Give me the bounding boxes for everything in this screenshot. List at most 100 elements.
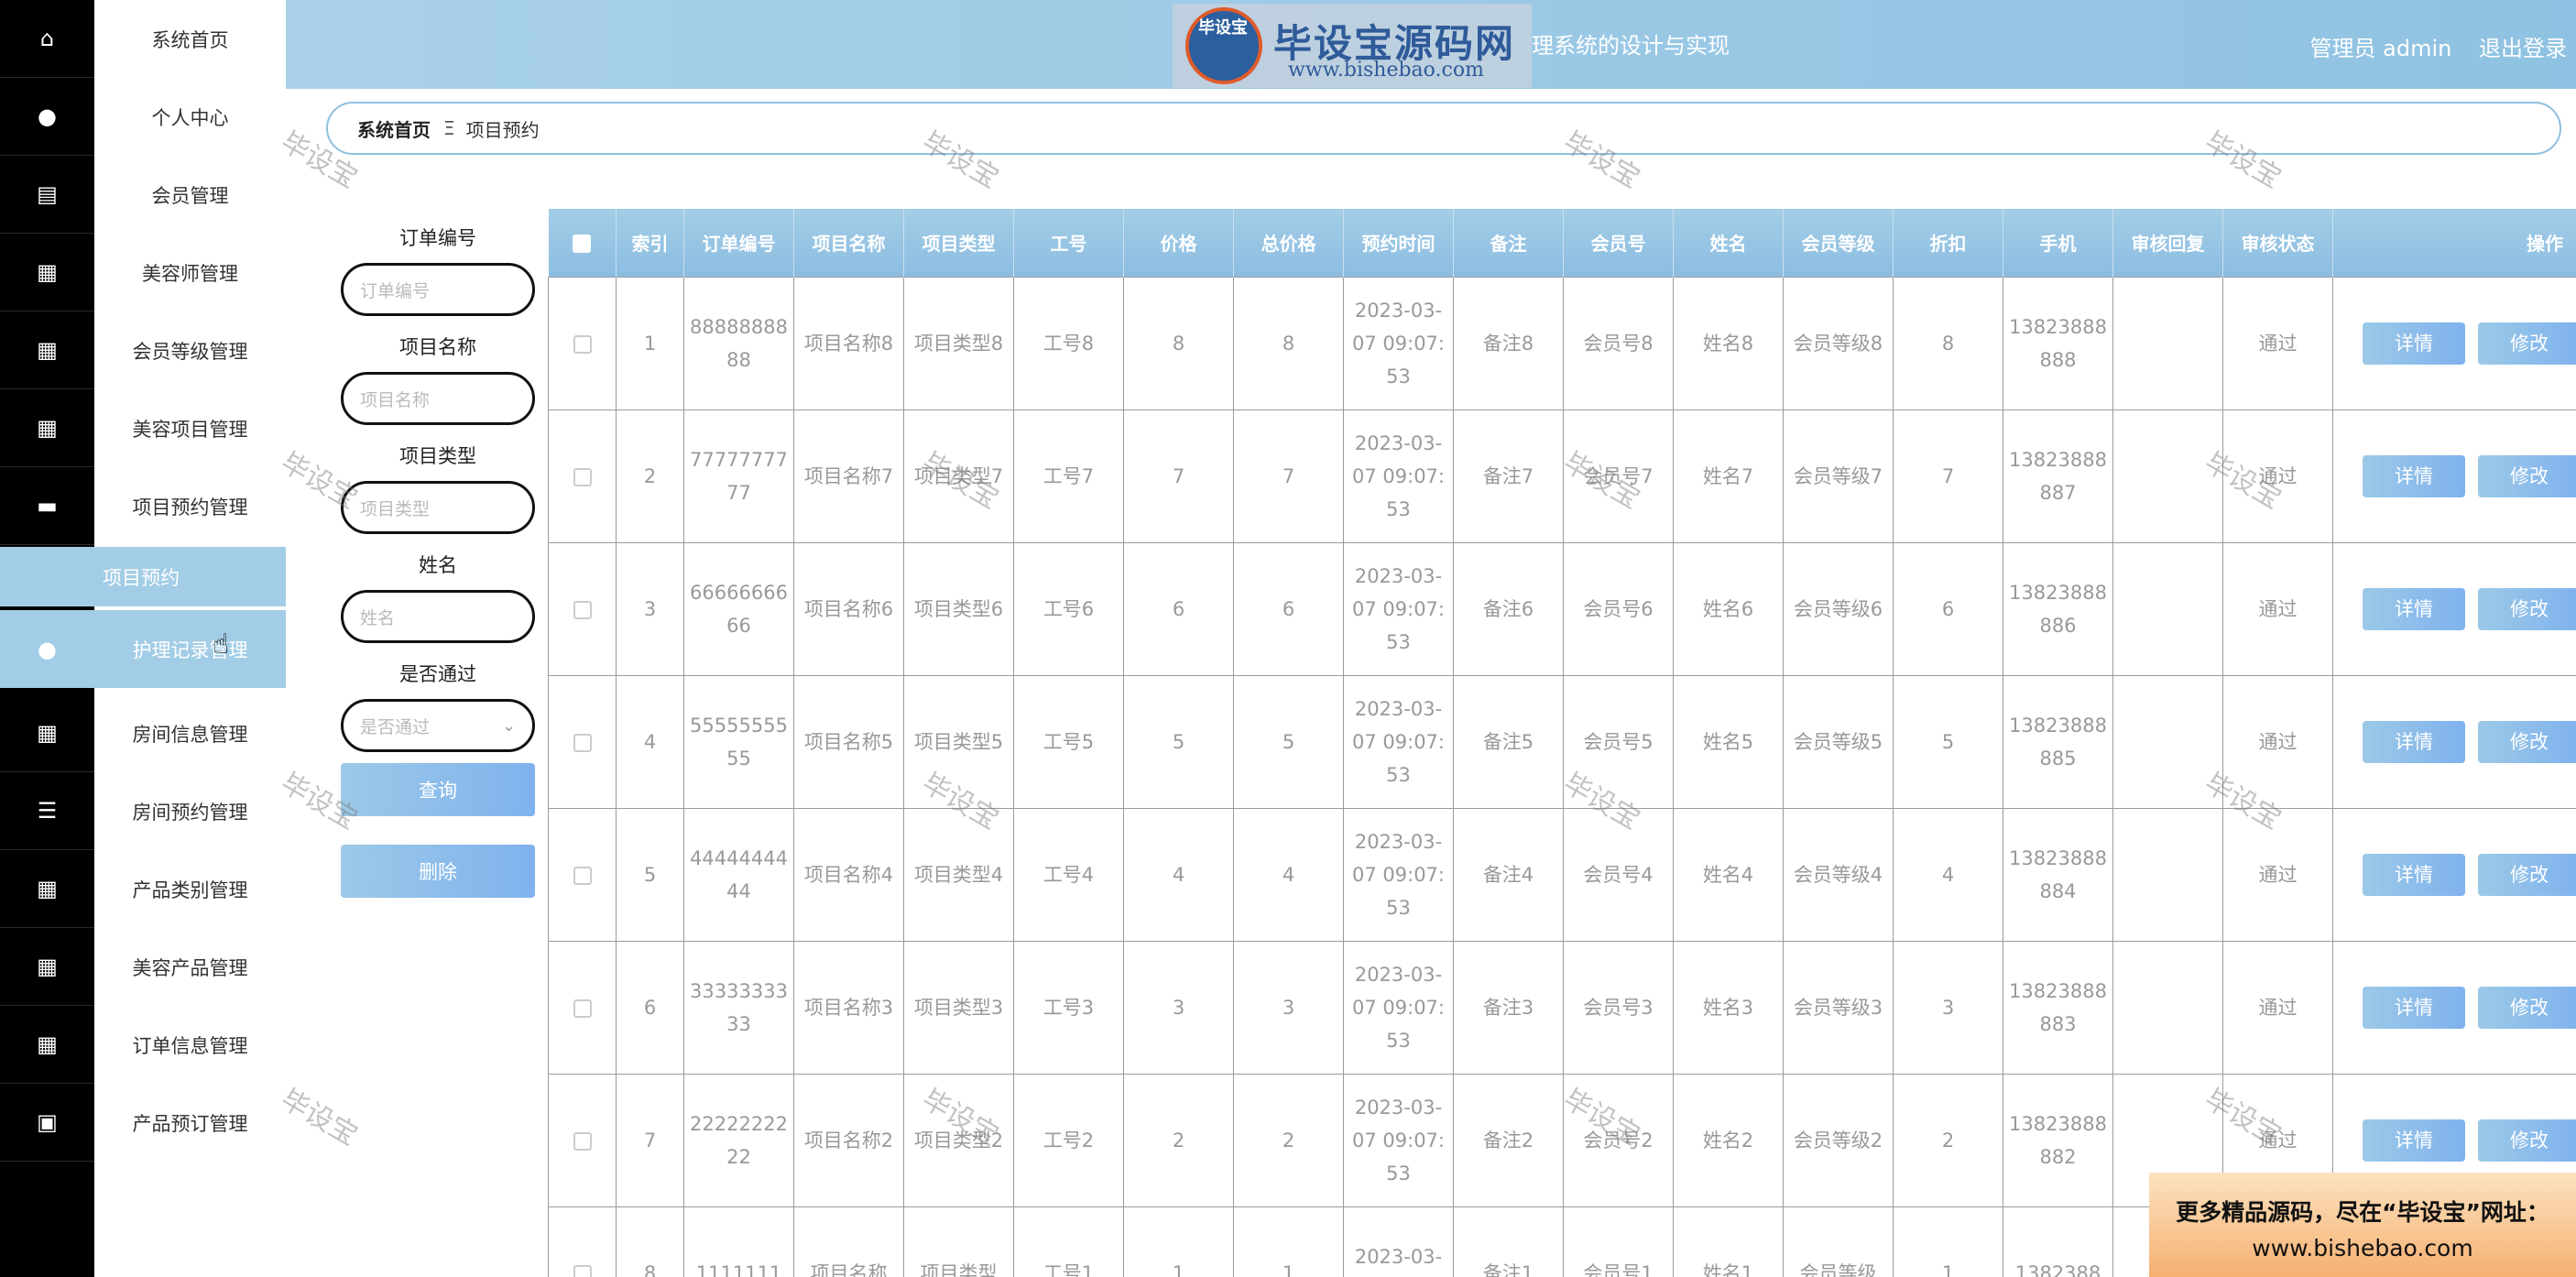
cell-item-name: 项目名称8 <box>793 276 904 410</box>
cell-index: 7 <box>616 1073 684 1207</box>
sidebar-item[interactable]: ▬ 项目预约管理 <box>0 467 286 545</box>
sidebar-item[interactable]: ▦ 房间信息管理 <box>0 694 286 772</box>
detail-button[interactable]: 详情 <box>2363 1119 2465 1162</box>
promo-banner[interactable]: 更多精品源码，尽在“毕设宝”网址： www.bishebao.com <box>2149 1173 2576 1277</box>
detail-button[interactable]: 详情 <box>2363 587 2465 630</box>
column-header: 审核状态 <box>2222 209 2333 277</box>
cell-phone: 13823888885 <box>2003 674 2113 809</box>
row-select-cell[interactable] <box>548 409 617 543</box>
row-actions-cell: 详情 修改 <box>2332 674 2576 809</box>
table-row[interactable]: 5 4444444444 项目名称4 项目类型4 工号4 4 4 2023-03-07 09:… <box>548 807 2576 942</box>
table-row[interactable]: 4 5555555555 项目名称5 项目类型5 工号5 5 5 2023-03-07 09:… <box>548 674 2576 809</box>
row-checkbox[interactable] <box>573 467 592 486</box>
column-header: 总价格 <box>1233 209 1344 277</box>
sidebar-item[interactable]: ⌂ 系统首页 <box>0 0 286 78</box>
sidebar-item-label: 个人中心 <box>151 106 229 129</box>
edit-button[interactable]: 修改 <box>2478 322 2576 365</box>
cell-discount: 6 <box>1893 541 2003 676</box>
row-actions-cell: 详情 修改 <box>2332 541 2576 676</box>
cell-member-no: 会员号3 <box>1563 940 1674 1075</box>
cell-price: 7 <box>1123 409 1234 543</box>
row-select-cell[interactable] <box>548 940 617 1075</box>
detail-button[interactable]: 详情 <box>2363 853 2465 896</box>
edit-button[interactable]: 修改 <box>2478 454 2576 497</box>
sidebar-item[interactable]: ● 个人中心 <box>0 78 286 156</box>
row-checkbox[interactable] <box>573 999 592 1018</box>
order-no-input[interactable]: 订单编号 <box>341 263 535 316</box>
row-select-cell[interactable] <box>548 1073 617 1207</box>
detail-button[interactable]: 详情 <box>2363 454 2465 497</box>
cell-status: 通过 <box>2222 541 2333 676</box>
row-select-cell[interactable] <box>548 1206 617 1277</box>
table-row[interactable]: 6 3333333333 项目名称3 项目类型3 工号3 3 3 2023-03-07 09:… <box>548 940 2576 1075</box>
grid-icon: ▦ <box>0 311 94 389</box>
sidebar-item[interactable]: ▣ 产品预订管理 <box>0 1084 286 1162</box>
row-checkbox[interactable] <box>573 600 592 619</box>
sidebar-item[interactable]: ▦ 订单信息管理 <box>0 1006 286 1084</box>
cell-index: 1 <box>616 276 684 410</box>
detail-button[interactable]: 详情 <box>2363 986 2465 1029</box>
select-all-cell[interactable] <box>548 209 617 277</box>
cell-staff-no: 工号1 <box>1013 1206 1124 1277</box>
column-header: 索引 <box>616 209 684 277</box>
edit-button[interactable]: 修改 <box>2478 853 2576 896</box>
select-all-checkbox[interactable] <box>573 235 592 254</box>
cell-discount: 2 <box>1893 1073 2003 1207</box>
row-checkbox[interactable] <box>573 334 592 354</box>
query-button[interactable]: 查询 <box>341 763 535 816</box>
detail-button[interactable]: 详情 <box>2363 720 2465 763</box>
column-header: 预约时间 <box>1343 209 1454 277</box>
sidebar-item[interactable]: ▦ 美容产品管理 <box>0 928 286 1006</box>
approved-select[interactable]: 是否通过 ⌄ <box>341 699 535 752</box>
sidebar-subitem-project-appointment[interactable]: 项目预约 <box>0 547 286 606</box>
sidebar-item[interactable]: ▦ 美容师管理 <box>0 234 286 311</box>
table-row[interactable]: 3 6666666666 项目名称6 项目类型6 工号6 6 6 2023-03-07 09:… <box>548 541 2576 676</box>
cell-item-type: 项目类型7 <box>903 409 1014 543</box>
table-row[interactable]: 2 7777777777 项目名称7 项目类型7 工号7 7 7 2023-03-07 09:… <box>548 409 2576 543</box>
row-checkbox[interactable] <box>573 733 592 752</box>
column-header: 项目名称 <box>793 209 904 277</box>
edit-button[interactable]: 修改 <box>2478 986 2576 1029</box>
row-select-cell[interactable] <box>548 541 617 676</box>
cell-item-name: 项目名称5 <box>793 674 904 809</box>
edit-button[interactable]: 修改 <box>2478 1119 2576 1162</box>
item-type-input[interactable]: 项目类型 <box>341 481 535 534</box>
header-user-area: 管理员 admin 退出登录 <box>2310 30 2567 62</box>
grid-icon: ▦ <box>0 928 94 1006</box>
admin-user-label[interactable]: 管理员 admin <box>2310 36 2452 61</box>
sidebar-item[interactable]: ▦ 产品类别管理 <box>0 850 286 928</box>
sidebar-item[interactable]: ● 护理记录管理 <box>0 610 286 688</box>
row-checkbox[interactable] <box>573 1264 592 1277</box>
cell-total: 1 <box>1233 1206 1344 1277</box>
row-checkbox[interactable] <box>573 1131 592 1151</box>
edit-button[interactable]: 修改 <box>2478 720 2576 763</box>
edit-button[interactable]: 修改 <box>2478 587 2576 630</box>
user-icon: ● <box>0 78 94 156</box>
table-row[interactable]: 1 8888888888 项目名称8 项目类型8 工号8 8 8 2023-03-07 09:… <box>548 276 2576 410</box>
data-table-container[interactable]: 索引 订单编号 项目名称 项目类型 工号 价格 总价格 预约时间 备注 会员号 姓名 会员等级 折扣 手机… <box>548 209 2576 1277</box>
sidebar-item[interactable]: ▦ 美容项目管理 <box>0 389 286 467</box>
row-checkbox[interactable] <box>573 866 592 885</box>
cell-order-no: 3333333333 <box>683 940 794 1075</box>
breadcrumb-home[interactable]: 系统首页 <box>357 115 431 142</box>
detail-button[interactable]: 详情 <box>2363 322 2465 365</box>
name-input[interactable]: 姓名 <box>341 590 535 643</box>
row-select-cell[interactable] <box>548 674 617 809</box>
promo-line-2: www.bishebao.com <box>2252 1235 2473 1261</box>
cell-total: 3 <box>1233 940 1344 1075</box>
sidebar-item-label: 会员管理 <box>151 184 229 207</box>
cell-total: 6 <box>1233 541 1344 676</box>
sidebar-item[interactable]: ☰ 房间预约管理 <box>0 772 286 850</box>
cell-staff-no: 工号8 <box>1013 276 1124 410</box>
cell-item-type: 项目类型5 <box>903 674 1014 809</box>
row-select-cell[interactable] <box>548 276 617 410</box>
item-name-input[interactable]: 项目名称 <box>341 372 535 425</box>
cell-order-no: 6666666666 <box>683 541 794 676</box>
cell-status: 通过 <box>2222 940 2333 1075</box>
cell-reply <box>2112 409 2223 543</box>
sidebar-item[interactable]: ▤ 会员管理 <box>0 156 286 234</box>
logout-link[interactable]: 退出登录 <box>2479 36 2567 61</box>
sidebar-item[interactable]: ▦ 会员等级管理 <box>0 311 286 389</box>
row-select-cell[interactable] <box>548 807 617 942</box>
delete-button[interactable]: 删除 <box>341 845 535 898</box>
